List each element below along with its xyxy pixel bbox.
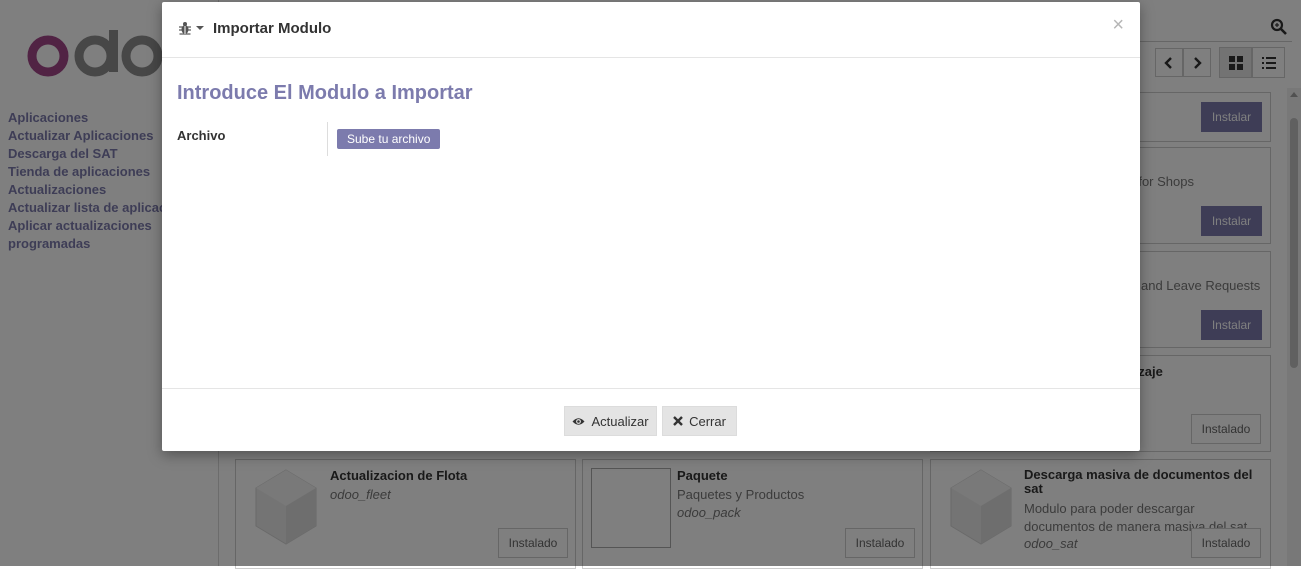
close-icon — [673, 416, 683, 426]
import-module-dialog: Importar Modulo × Introduce El Modulo a … — [162, 2, 1140, 451]
cerrar-button[interactable]: Cerrar — [662, 406, 737, 436]
archivo-label: Archivo — [177, 128, 226, 143]
upload-file-button[interactable]: Sube tu archivo — [337, 129, 441, 149]
dialog-header: Importar Modulo × — [162, 2, 1140, 58]
form-heading: Introduce El Modulo a Importar — [177, 82, 473, 104]
bug-icon — [179, 22, 191, 35]
actualizar-button[interactable]: Actualizar — [564, 406, 657, 436]
field-separator — [327, 122, 328, 156]
actualizar-label: Actualizar — [591, 413, 649, 429]
close-icon[interactable]: × — [1112, 14, 1124, 36]
cerrar-label: Cerrar — [689, 413, 726, 429]
dialog-footer: Actualizar Cerrar — [162, 388, 1140, 451]
dialog-title: Importar Modulo — [213, 20, 332, 37]
debug-menu-button[interactable] — [178, 21, 204, 35]
caret-down-icon — [196, 25, 204, 30]
eye-icon — [572, 417, 585, 425]
